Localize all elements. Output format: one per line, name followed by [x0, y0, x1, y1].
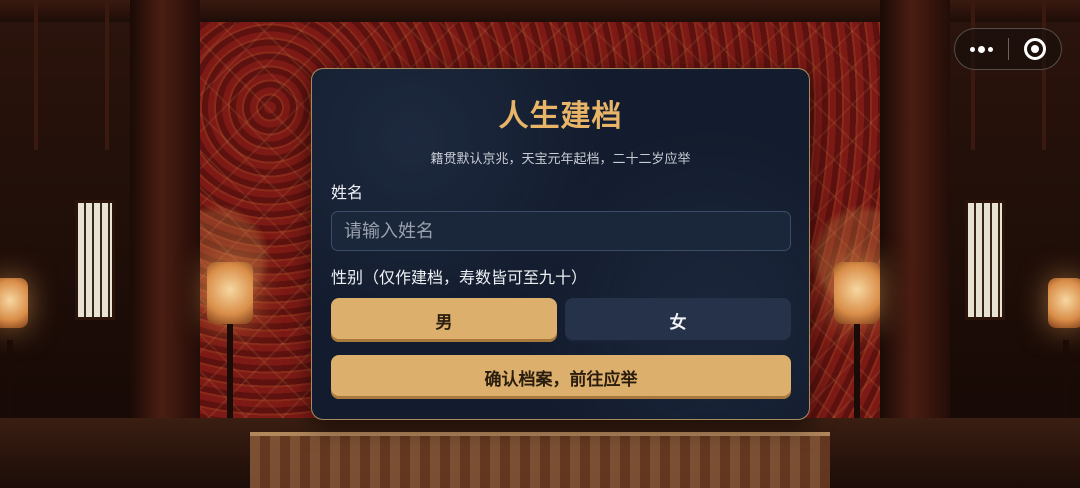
hanging-tassel — [971, 0, 975, 150]
confirm-profile-button[interactable]: 确认档案，前往应举 — [331, 355, 791, 399]
gender-male-button[interactable]: 男 — [331, 298, 557, 342]
right-lantern — [834, 262, 880, 324]
floor-rug — [250, 432, 830, 488]
close-button[interactable] — [1009, 29, 1062, 69]
left-pillar — [130, 0, 200, 460]
name-label: 姓名 — [331, 183, 364, 202]
hanging-tassel — [105, 0, 109, 150]
target-circle-icon — [1023, 38, 1046, 60]
hanging-tassel — [1042, 0, 1046, 150]
more-button[interactable] — [955, 29, 1008, 69]
profile-form-panel: 人生建档 籍贯默认京兆，天宝元年起档，二十二岁应举 姓名 性别（仅作建档，寿数皆… — [311, 68, 810, 420]
form-title: 人生建档 — [498, 99, 623, 134]
name-input[interactable] — [331, 211, 791, 251]
right-pillar — [880, 0, 950, 460]
far-right-lantern — [1048, 278, 1080, 328]
gender-label: 性别（仅作建档，寿数皆可至九十） — [331, 268, 588, 287]
more-dots-icon — [969, 45, 993, 53]
left-lattice-window — [75, 200, 115, 320]
gender-female-button[interactable]: 女 — [565, 298, 791, 342]
mini-program-capsule — [954, 28, 1062, 70]
hanging-tassel — [34, 0, 38, 150]
right-lattice-window — [965, 200, 1005, 320]
left-lantern — [207, 262, 253, 324]
form-subtitle: 籍贯默认京兆，天宝元年起档，二十二岁应举 — [430, 152, 691, 167]
far-left-lantern — [0, 278, 28, 328]
